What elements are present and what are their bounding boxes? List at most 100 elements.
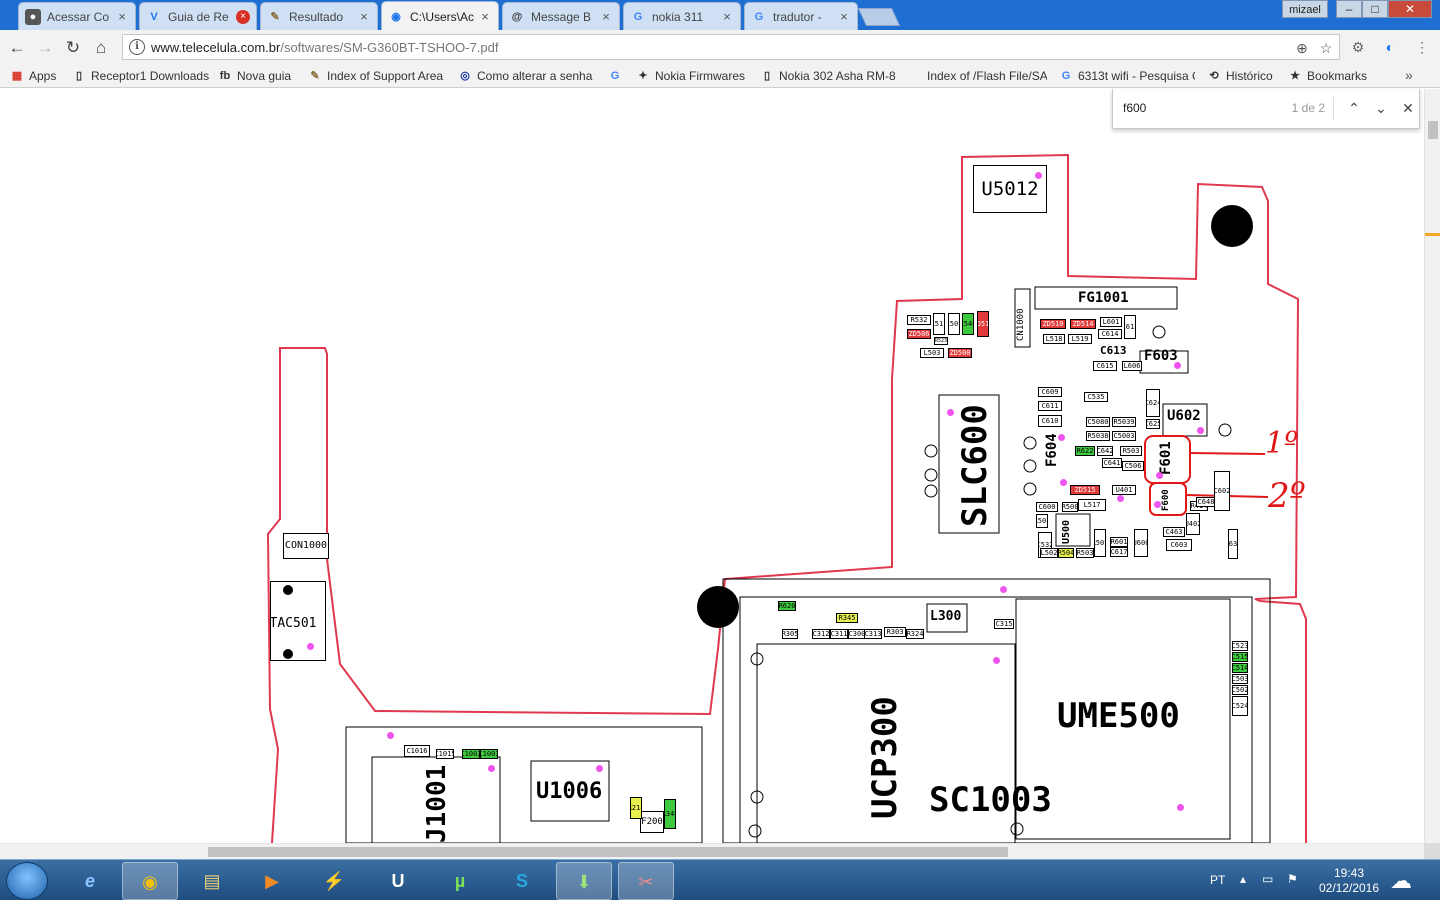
close-tab-icon[interactable]: × — [357, 9, 371, 24]
forward-button[interactable]: → — [34, 37, 56, 59]
bookmarks-overflow-icon[interactable]: » — [1405, 67, 1413, 83]
back-button[interactable]: ← — [6, 37, 28, 59]
close-tab-icon[interactable]: × — [599, 9, 613, 24]
reload-button[interactable]: ↻ — [62, 37, 84, 59]
pdf-viewport[interactable]: U5012 FG1001 SLC600 UME500 UCP300 SC1003… — [0, 89, 1424, 843]
bookmark-nokia-firmwares[interactable]: ✦ Nokia Firmwares — [636, 67, 748, 85]
component-small: R622 — [1075, 446, 1095, 456]
tab-acessar[interactable]: ● Acessar Co × — [18, 2, 136, 30]
tab-pdf[interactable]: ◉ C:\Users\Ac × — [381, 1, 499, 31]
test-point — [1154, 501, 1161, 508]
bookmark-label: Nokia 302 Asha RM-8 — [779, 69, 896, 83]
menu-icon[interactable]: ⋮ — [1412, 37, 1432, 57]
tab-message[interactable]: @ Message B × — [502, 2, 620, 30]
find-close-button[interactable]: ✕ — [1397, 97, 1419, 119]
scroll-corner — [1424, 843, 1440, 859]
page-icon: ▯ — [763, 70, 771, 82]
tab-title: Resultado — [289, 9, 344, 24]
bookmark-flash-file[interactable]: Index of /Flash File/SA — [927, 67, 1047, 85]
taskbar-uc[interactable]: U — [370, 862, 426, 900]
component-small: C600 — [1036, 502, 1058, 512]
bookmark-index-support[interactable]: ✎ Index of Support Area — [308, 67, 446, 85]
taskbar-media[interactable]: ▶ — [244, 862, 300, 900]
bookmark-como-alterar[interactable]: ◎ Como alterar a senha — [458, 67, 594, 85]
component-small: L511 — [933, 313, 945, 335]
home-button[interactable]: ⌂ — [90, 37, 112, 59]
address-bar[interactable]: i www.telecelula.com.br/softwares/SM-G36… — [122, 34, 1340, 60]
bookmark-receptor[interactable]: ▯ Receptor1 Downloads — [72, 67, 212, 85]
scroll-thumb[interactable] — [208, 847, 1008, 857]
component-small: L507 — [1036, 514, 1048, 528]
language-indicator[interactable]: PT — [1210, 873, 1225, 887]
profile-badge[interactable]: mizael — [1282, 0, 1328, 18]
component-u602: U602 — [1167, 408, 1201, 424]
bookmark-label: Histórico — [1226, 69, 1273, 83]
mounting-hole — [697, 586, 739, 628]
bookmark-nova-guia[interactable]: fb Nova guia — [218, 67, 300, 85]
find-previous-button[interactable]: ⌃ — [1343, 97, 1365, 119]
annotation-second: 2º — [1268, 476, 1306, 516]
vertical-scrollbar[interactable] — [1424, 89, 1440, 843]
horizontal-scrollbar[interactable] — [0, 843, 1424, 859]
bookmark-apps[interactable]: ▦ Apps — [10, 67, 68, 85]
flag-icon[interactable]: ⚑ — [1287, 872, 1298, 886]
bookmark-google[interactable]: G — [608, 67, 626, 85]
vpn-extension-icon[interactable]: ◐ — [1380, 37, 1400, 57]
maximize-button[interactable]: □ — [1362, 0, 1388, 18]
close-tab-icon[interactable]: × — [115, 9, 129, 24]
close-tab-icon[interactable]: × — [236, 9, 250, 24]
taskbar-utorrent[interactable]: µ — [432, 862, 488, 900]
taskbar-tools[interactable]: ✂ — [618, 862, 674, 900]
component-f200: F200 — [640, 811, 664, 833]
bookmark-star-icon[interactable]: ☆ — [1317, 39, 1335, 57]
close-window-button[interactable]: ✕ — [1388, 0, 1432, 18]
taskbar-skype[interactable]: S — [494, 862, 550, 900]
test-point — [993, 657, 1000, 664]
taskbar-ie[interactable]: e — [62, 862, 118, 900]
info-icon[interactable]: i — [129, 39, 145, 55]
component-small: R345 — [836, 613, 858, 623]
monitor-icon[interactable]: ▭ — [1262, 872, 1273, 886]
bookmark-bookmarks[interactable]: ★ Bookmarks — [1288, 67, 1372, 85]
component-small: R504 — [1058, 548, 1074, 558]
start-button[interactable] — [6, 862, 48, 900]
taskbar-winamp[interactable]: ⚡ — [306, 862, 362, 900]
close-tab-icon[interactable]: × — [837, 9, 851, 24]
taskbar-chrome[interactable]: ◉ — [122, 862, 178, 900]
component-small: C535 — [1084, 392, 1108, 402]
component-small: R503 — [1120, 446, 1142, 456]
taskbar-explorer[interactable]: ▤ — [184, 862, 240, 900]
bookmark-6313t[interactable]: G 6313t wifi - Pesquisa G — [1059, 67, 1195, 85]
find-input[interactable]: f600 — [1123, 101, 1263, 115]
zoom-icon[interactable]: ⊕ — [1293, 39, 1311, 57]
tab-resultado[interactable]: ✎ Resultado × — [260, 2, 378, 30]
test-point — [488, 765, 495, 772]
tab-guia[interactable]: V Guia de Re × — [139, 2, 257, 30]
bookmark-label: 6313t wifi - Pesquisa G — [1078, 69, 1195, 83]
component-small: C463 — [1163, 527, 1185, 537]
minimize-button[interactable]: – — [1336, 0, 1362, 18]
bookmark-nokia-302[interactable]: ▯ Nokia 302 Asha RM-8 — [760, 67, 896, 85]
clock[interactable]: 19:43 02/12/2016 — [1312, 866, 1386, 896]
tab-tradutor[interactable]: G tradutor - × — [744, 2, 858, 30]
find-next-button[interactable]: ⌄ — [1370, 97, 1392, 119]
close-tab-icon[interactable]: × — [478, 9, 492, 24]
tab-nokia[interactable]: G nokia 311 × — [623, 2, 741, 30]
new-tab-button[interactable] — [857, 8, 901, 26]
weather-icon[interactable]: ☁ — [1390, 868, 1412, 894]
bookmark-historico[interactable]: ⟲ Histórico — [1207, 67, 1281, 85]
google-icon: G — [754, 10, 764, 23]
scroll-thumb[interactable] — [1428, 121, 1438, 139]
taskbar-install[interactable]: ⬇ — [556, 862, 612, 900]
test-point — [1060, 479, 1067, 486]
component-f603: F603 — [1144, 348, 1178, 364]
url-text[interactable]: www.telecelula.com.br/softwares/SM-G360B… — [151, 40, 499, 55]
extension-icon[interactable]: ⚙ — [1348, 37, 1368, 57]
component-small: R532 — [907, 315, 931, 325]
close-tab-icon[interactable]: × — [720, 9, 734, 24]
tray-expand-icon[interactable]: ▴ — [1240, 872, 1246, 886]
component-small: R340 — [664, 799, 676, 829]
component-small: R507 — [1094, 529, 1106, 557]
tab-title: nokia 311 — [652, 9, 704, 24]
divider — [1333, 97, 1334, 121]
